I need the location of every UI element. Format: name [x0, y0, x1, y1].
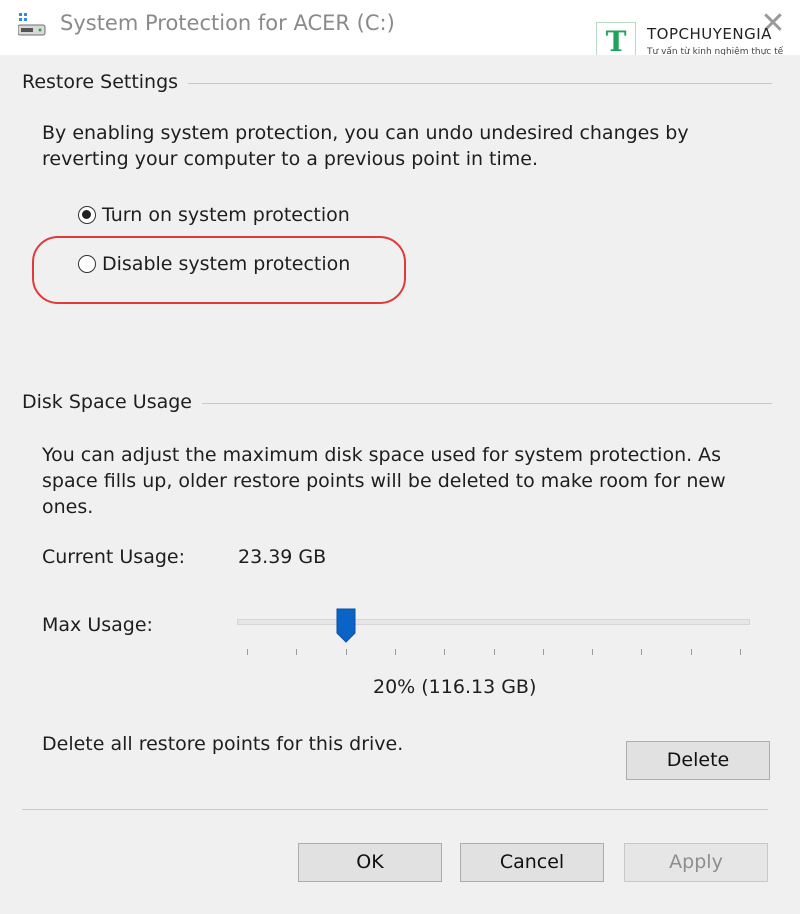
- logo-name: TOPCHUYENGIA: [647, 25, 772, 43]
- disk-space-heading: Disk Space Usage: [22, 391, 202, 413]
- slider-tick: [345, 649, 347, 655]
- radio-turn-on-protection[interactable]: Turn on system protection: [78, 203, 350, 227]
- current-usage-value: 23.39 GB: [238, 546, 327, 568]
- window-title: System Protection for ACER (C:): [60, 11, 395, 35]
- disk-description-line3: ones.: [42, 496, 94, 518]
- max-usage-label: Max Usage:: [42, 614, 153, 636]
- restore-description-line1: By enabling system protection, you can u…: [42, 122, 689, 144]
- delete-restore-text: Delete all restore points for this drive…: [42, 733, 404, 755]
- slider-tick: [740, 649, 741, 655]
- ok-button[interactable]: OK: [298, 843, 442, 882]
- slider-tick: [247, 649, 248, 655]
- slider-thumb[interactable]: [335, 608, 357, 644]
- slider-track[interactable]: [237, 619, 750, 625]
- radio-turn-on-label: Turn on system protection: [102, 204, 350, 226]
- delete-button[interactable]: Delete: [626, 741, 770, 780]
- restore-description-line2: reverting your computer to a previous po…: [42, 148, 539, 170]
- slider-tick: [493, 649, 495, 655]
- highlight-annotation: [32, 236, 406, 304]
- title-bar: System Protection for ACER (C:) ✕ T TOPC…: [0, 0, 800, 62]
- radio-selected-icon[interactable]: [78, 206, 96, 224]
- disk-description-line1: You can adjust the maximum disk space us…: [42, 444, 722, 466]
- slider-tick: [444, 649, 446, 655]
- apply-button: Apply: [624, 843, 768, 882]
- slider-tick: [394, 649, 396, 655]
- disk-description-line2: space fills up, older restore points wil…: [42, 470, 726, 492]
- footer-separator: [22, 809, 768, 810]
- max-usage-value: 20% (116.13 GB): [373, 676, 537, 698]
- slider-tick: [592, 649, 594, 655]
- current-usage-label: Current Usage:: [42, 546, 186, 568]
- slider-tick: [641, 649, 643, 655]
- slider-tick: [296, 649, 298, 655]
- cancel-button[interactable]: Cancel: [460, 843, 604, 882]
- system-drive-icon: [18, 13, 46, 36]
- slider-tick: [542, 649, 544, 655]
- dialog-body: Restore Settings By enabling system prot…: [0, 55, 800, 914]
- restore-settings-heading: Restore Settings: [22, 71, 189, 93]
- slider-tick: [690, 649, 692, 655]
